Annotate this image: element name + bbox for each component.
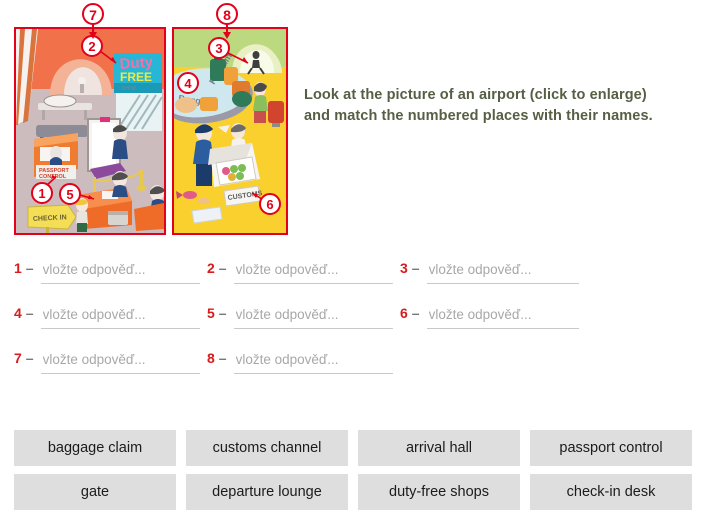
word-chip-gate[interactable]: gate: [14, 474, 176, 510]
callout-marker-7: 7: [82, 3, 116, 39]
answer-dash-6: –: [411, 305, 420, 321]
answer-dash-7: –: [25, 350, 34, 366]
svg-text:2: 2: [88, 39, 95, 54]
answer-dash-5: –: [218, 305, 227, 321]
page-instruction: Look at the picture of an airport (click…: [304, 85, 714, 127]
answer-fields-area: 1 – 2 – 3 – 4 – 5 – 6 –: [0, 258, 728, 393]
answer-dash-8: –: [218, 350, 227, 366]
answer-input-7[interactable]: [40, 348, 200, 374]
svg-text:5: 5: [66, 187, 73, 202]
answer-dash-1: –: [25, 260, 34, 276]
answer-cell-3: 3 –: [400, 258, 579, 292]
svg-text:3: 3: [215, 41, 222, 56]
answer-label-1: 1: [14, 260, 22, 276]
word-chip-arrival-hall[interactable]: arrival hall: [358, 430, 520, 466]
answer-input-4[interactable]: [40, 303, 200, 329]
word-chip-baggage-claim[interactable]: baggage claim: [14, 430, 176, 466]
word-chip-customs-channel[interactable]: customs channel: [186, 430, 348, 466]
answer-label-3: 3: [400, 260, 408, 276]
answer-label-5: 5: [207, 305, 215, 321]
answer-row-1: 1 – 2 – 3 –: [0, 258, 728, 303]
answer-input-8[interactable]: [233, 348, 393, 374]
word-bank-row-1: baggage claim customs channel arrival ha…: [14, 430, 704, 466]
svg-text:6: 6: [266, 197, 273, 212]
picture-area: 7 8 Duty FREE SHOP PASSPORT CHECK IN 2 1…: [0, 0, 728, 250]
answer-label-6: 6: [400, 305, 408, 321]
callout-marker-8: 8: [216, 3, 250, 39]
answer-input-5[interactable]: [233, 303, 393, 329]
word-chip-duty-free-shops[interactable]: duty-free shops: [358, 474, 520, 510]
answer-row-3: 7 – 8 –: [0, 348, 728, 393]
word-bank: baggage claim customs channel arrival ha…: [14, 430, 704, 518]
answer-dash-3: –: [411, 260, 420, 276]
svg-text:1: 1: [38, 186, 45, 201]
instruction-line-1: Look at the picture of an airport (click…: [304, 87, 647, 103]
answer-label-2: 2: [207, 260, 215, 276]
answer-label-8: 8: [207, 350, 215, 366]
answer-cell-1: 1 –: [14, 258, 200, 292]
answer-label-4: 4: [14, 305, 22, 321]
word-chip-departure-lounge[interactable]: departure lounge: [186, 474, 348, 510]
word-chip-passport-control[interactable]: passport control: [530, 430, 692, 466]
callout-arrow-icon-7: [88, 32, 97, 39]
word-chip-check-in-desk[interactable]: check-in desk: [530, 474, 692, 510]
callout-bubble-7: 7: [82, 3, 104, 25]
callout-bubble-8: 8: [216, 3, 238, 25]
answer-cell-7: 7 –: [14, 348, 200, 382]
answer-cell-8: 8 –: [207, 348, 393, 382]
answer-input-3[interactable]: [426, 258, 579, 284]
answer-dash-2: –: [218, 260, 227, 276]
answer-input-6[interactable]: [426, 303, 579, 329]
word-bank-row-2: gate departure lounge duty-free shops ch…: [14, 474, 704, 510]
svg-text:4: 4: [184, 76, 192, 91]
callout-arrow-icon-8: [222, 32, 231, 39]
answer-input-1[interactable]: [40, 258, 200, 284]
answer-row-2: 4 – 5 – 6 –: [0, 303, 728, 348]
arrivals-panel-image[interactable]: Baggage Reclaim: [172, 27, 288, 235]
answer-cell-6: 6 –: [400, 303, 579, 337]
departures-panel-image[interactable]: Duty FREE SHOP PASSPORT CONTROL: [14, 27, 166, 235]
answer-dash-4: –: [25, 305, 34, 321]
answer-label-7: 7: [14, 350, 22, 366]
svg-text:SHOP: SHOP: [122, 86, 137, 92]
answer-cell-4: 4 –: [14, 303, 200, 337]
answer-input-2[interactable]: [233, 258, 393, 284]
answer-cell-5: 5 –: [207, 303, 393, 337]
svg-text:FREE: FREE: [120, 70, 152, 84]
answer-cell-2: 2 –: [207, 258, 393, 292]
instruction-line-2: and match the numbered places with their…: [304, 108, 653, 124]
